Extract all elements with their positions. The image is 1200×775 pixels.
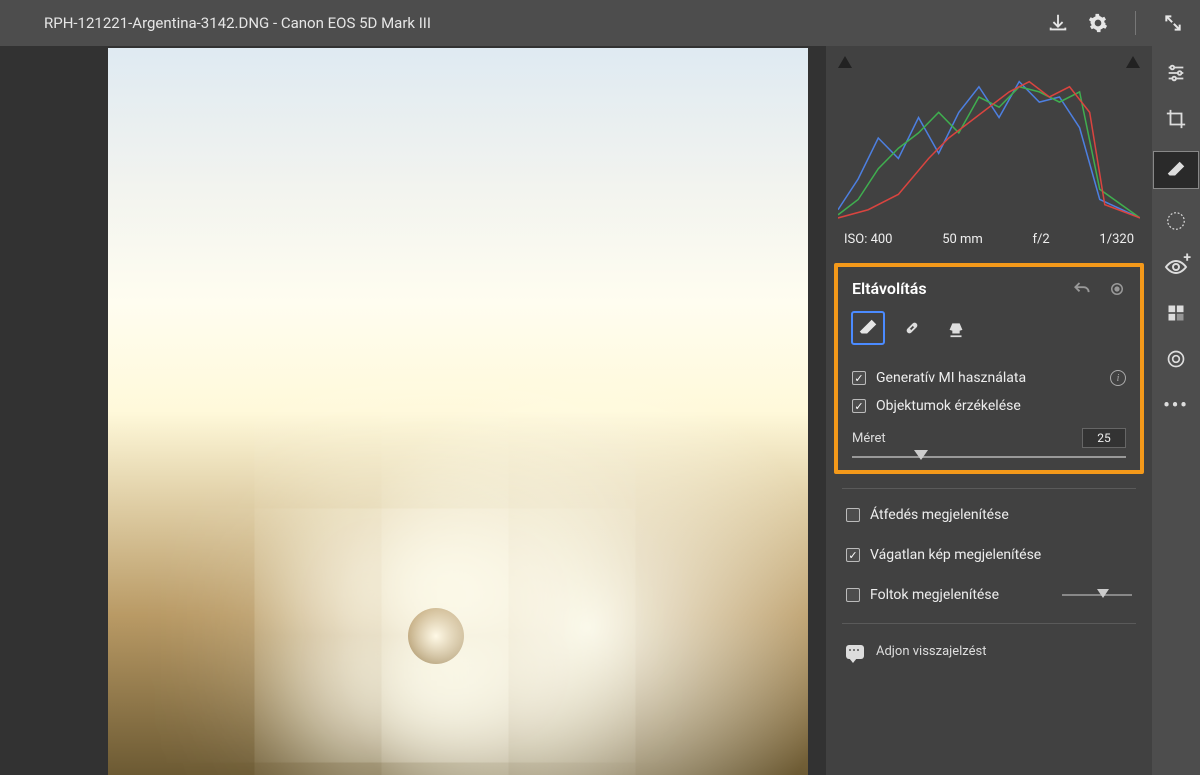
canvas-area — [0, 46, 826, 775]
overlay-label: Átfedés megjelenítése — [870, 507, 1009, 523]
remove-tools — [852, 312, 1126, 344]
clone-tool-icon[interactable] — [940, 312, 972, 344]
uncropped-label: Vágatlan kép megjelenítése — [870, 547, 1041, 563]
divider — [842, 623, 1136, 624]
top-bar: RPH-121221-Argentina-3142.DNG - Canon EO… — [0, 0, 1200, 46]
presets-icon[interactable] — [1163, 300, 1189, 326]
gear-icon[interactable] — [1087, 12, 1109, 34]
radial-mask-icon[interactable] — [1163, 208, 1189, 234]
size-slider[interactable] — [852, 456, 1126, 458]
exif-bar: ISO: 400 50 mm f/2 1/320 — [826, 226, 1152, 257]
histogram[interactable] — [826, 46, 1152, 226]
detect-objects-checkbox[interactable] — [852, 399, 866, 413]
spots-label: Foltok megjelenítése — [870, 587, 999, 603]
panel-title: Eltávolítás — [852, 279, 1072, 298]
spots-checkbox[interactable] — [846, 588, 860, 602]
exif-aperture: f/2 — [1033, 232, 1050, 247]
versions-icon[interactable] — [1163, 346, 1189, 372]
generative-ai-label: Generatív MI használata — [876, 370, 1026, 386]
exif-iso: ISO: 400 — [844, 232, 893, 247]
spots-threshold-slider[interactable] — [1062, 594, 1132, 596]
topbar-actions — [1047, 11, 1184, 35]
size-slider-thumb[interactable] — [914, 450, 928, 460]
exif-shutter: 1/320 — [1099, 232, 1134, 247]
size-input[interactable] — [1082, 428, 1126, 448]
heal-tool-icon[interactable] — [896, 312, 928, 344]
heal-eraser-icon[interactable] — [1154, 152, 1198, 188]
image-preview[interactable] — [108, 48, 808, 775]
eye-target-icon[interactable] — [1108, 280, 1126, 298]
file-title: RPH-121221-Argentina-3142.DNG - Canon EO… — [44, 14, 1047, 32]
uncropped-checkbox[interactable] — [846, 548, 860, 562]
spots-slider-thumb[interactable] — [1097, 589, 1109, 598]
feedback-button[interactable]: Adjon visszajelzést — [826, 638, 1152, 665]
eraser-tool-icon[interactable] — [852, 312, 884, 344]
info-icon[interactable]: i — [1110, 370, 1126, 386]
feedback-label: Adjon visszajelzést — [876, 644, 987, 659]
speech-bubble-icon — [846, 645, 864, 659]
clip-shadow-icon[interactable] — [838, 56, 852, 68]
overlay-checkbox[interactable] — [846, 508, 860, 522]
size-label: Méret — [852, 431, 886, 446]
generative-ai-checkbox[interactable] — [852, 371, 866, 385]
remove-panel: Eltávolítás — [834, 263, 1144, 474]
more-icon[interactable]: ••• — [1163, 392, 1189, 418]
clip-highlight-icon[interactable] — [1126, 56, 1140, 68]
crop-icon[interactable] — [1163, 106, 1189, 132]
right-panel: ISO: 400 50 mm f/2 1/320 Eltávolítás — [826, 46, 1152, 775]
divider — [842, 488, 1136, 489]
sliders-icon[interactable] — [1163, 60, 1189, 86]
tool-strip: + ••• — [1152, 46, 1200, 775]
divider — [1135, 11, 1136, 35]
download-icon[interactable] — [1047, 12, 1069, 34]
detect-objects-label: Objektumok érzékelése — [876, 398, 1021, 414]
redeye-icon[interactable]: + — [1163, 254, 1189, 280]
undo-icon[interactable] — [1072, 280, 1092, 298]
exif-focal: 50 mm — [942, 232, 983, 247]
fullscreen-icon[interactable] — [1162, 12, 1184, 34]
